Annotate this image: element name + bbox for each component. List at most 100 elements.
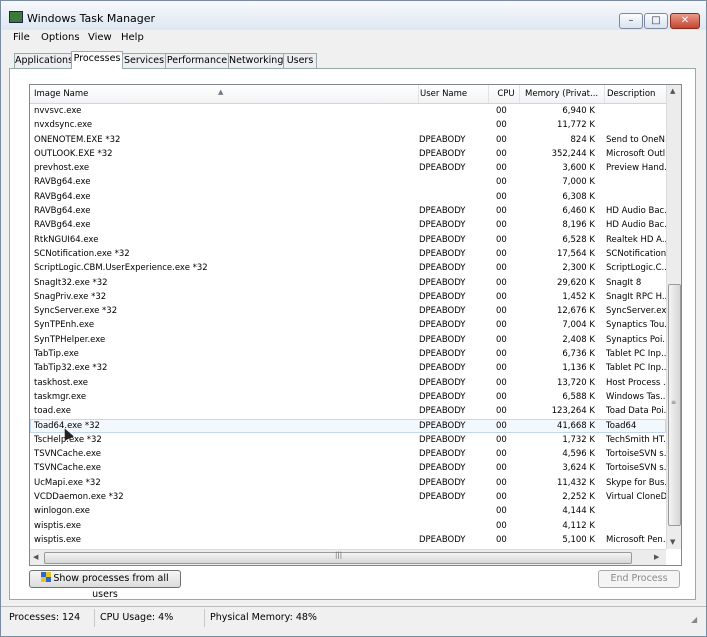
- table-row[interactable]: SynTPHelper.exe DPEABODY 00 2,408 K Synaptic…: [30, 333, 666, 347]
- table-row[interactable]: TSVNCache.exe DPEABODY 00 4,596 K TortoiseSV…: [30, 447, 666, 461]
- process-user-name: DPEABODY: [419, 263, 466, 274]
- table-row[interactable]: nvxdsync.exe 00 11,772 K: [30, 118, 666, 132]
- process-description: Realtek HD A...: [606, 234, 666, 245]
- process-memory: 6,308 K: [562, 191, 595, 202]
- process-memory: 7,004 K: [562, 320, 595, 331]
- process-user-name: DPEABODY: [419, 420, 466, 431]
- column-image-name[interactable]: Image Name ▲: [30, 85, 419, 103]
- vertical-scroll-thumb[interactable]: ≡: [668, 284, 681, 526]
- process-image-name: ONENOTEM.EXE *32: [34, 134, 121, 145]
- process-cpu: 00: [496, 206, 507, 217]
- table-row[interactable]: RAVBg64.exe 00 6,308 K: [30, 190, 666, 204]
- horizontal-scroll-thumb[interactable]: |||: [44, 551, 632, 564]
- sort-ascending-icon: ▲: [218, 88, 224, 96]
- table-row[interactable]: wisptis.exe DPEABODY 00 5,100 K Microsoft Pe…: [30, 533, 666, 547]
- table-row[interactable]: TabTip32.exe *32 DPEABODY 00 1,136 K Tablet …: [30, 361, 666, 375]
- process-memory: 5,100 K: [562, 534, 595, 545]
- table-row[interactable]: TabTip.exe DPEABODY 00 6,736 K Tablet PC Inp…: [30, 347, 666, 361]
- process-description: Synaptics Poi...: [606, 334, 666, 345]
- process-list[interactable]: Image Name ▲ User Name CPU Memory (Priva…: [29, 84, 682, 566]
- process-user-name: DPEABODY: [419, 291, 466, 302]
- tab-networking[interactable]: Networking: [228, 53, 284, 68]
- process-description: TechSmith HT...: [606, 434, 666, 445]
- minimize-button[interactable]: –: [619, 13, 643, 29]
- tab-processes[interactable]: Processes: [71, 51, 123, 69]
- table-row[interactable]: RtkNGUI64.exe DPEABODY 00 6,528 K Realtek HD…: [30, 233, 666, 247]
- process-cpu: 00: [496, 506, 507, 517]
- process-user-name: DPEABODY: [419, 163, 466, 174]
- process-cpu: 00: [496, 220, 507, 231]
- tab-performance[interactable]: Performance: [165, 53, 229, 68]
- title-bar[interactable]: Windows Task Manager – □ ✕: [1, 1, 706, 31]
- table-row[interactable]: winlogon.exe 00 4,144 K: [30, 504, 666, 518]
- menu-view[interactable]: View: [88, 32, 112, 43]
- process-image-name: RAVBg64.exe: [34, 220, 91, 231]
- end-process-button[interactable]: End Process: [598, 570, 680, 588]
- table-row[interactable]: SnagIt32.exe *32 DPEABODY 00 29,620 K SnagIt…: [30, 276, 666, 290]
- table-row[interactable]: wisptis.exe 00 4,112 K: [30, 519, 666, 533]
- table-row[interactable]: RAVBg64.exe DPEABODY 00 8,196 K HD Audio Bac…: [30, 218, 666, 232]
- table-row[interactable]: SnagPriv.exe *32 DPEABODY 00 1,452 K SnagIt …: [30, 290, 666, 304]
- table-row[interactable]: taskhost.exe DPEABODY 00 13,720 K Host Proce…: [30, 376, 666, 390]
- process-memory: 824 K: [570, 134, 596, 145]
- column-cpu[interactable]: CPU: [493, 85, 520, 103]
- process-user-name: DPEABODY: [419, 148, 466, 159]
- process-memory: 4,596 K: [562, 449, 595, 460]
- maximize-button[interactable]: □: [644, 13, 668, 29]
- table-row[interactable]: taskmgr.exe DPEABODY 00 6,588 K Windows Tas.…: [30, 390, 666, 404]
- process-memory: 7,000 K: [562, 177, 595, 188]
- scroll-down-icon[interactable]: ▼: [670, 538, 675, 546]
- process-cpu: 00: [496, 306, 507, 317]
- process-memory: 13,720 K: [556, 377, 595, 388]
- process-memory: 29,620 K: [556, 277, 595, 288]
- process-memory: 6,588 K: [562, 391, 595, 402]
- table-row[interactable]: VCDDaemon.exe *32 DPEABODY 00 2,252 K Virtua…: [30, 490, 666, 504]
- menu-help[interactable]: Help: [121, 32, 144, 43]
- table-row[interactable]: toad.exe DPEABODY 00 123,264 K Toad Data Poi…: [30, 404, 666, 418]
- horizontal-scrollbar[interactable]: ◀ ||| ▶: [30, 549, 666, 565]
- process-user-name: DPEABODY: [419, 248, 466, 259]
- table-row[interactable]: Toad64.exe *32 DPEABODY 00 41,668 K Toad64: [30, 418, 666, 433]
- scroll-left-icon[interactable]: ◀: [33, 553, 38, 561]
- table-row[interactable]: SyncServer.exe *32 DPEABODY 00 12,676 K Sync…: [30, 304, 666, 318]
- vertical-scrollbar[interactable]: ▲ ≡ ▼: [666, 85, 681, 549]
- process-description: HD Audio Bac...: [606, 220, 666, 231]
- scroll-up-icon[interactable]: ▲: [670, 87, 675, 95]
- column-memory[interactable]: Memory (Privat...: [522, 85, 605, 103]
- status-bar: Processes: 124 CPU Usage: 4% Physical Me…: [1, 606, 706, 629]
- process-cpu: 00: [496, 248, 507, 259]
- uac-shield-icon: [41, 572, 52, 582]
- table-row[interactable]: RAVBg64.exe DPEABODY 00 6,460 K HD Audio Bac…: [30, 204, 666, 218]
- process-image-name: RAVBg64.exe: [34, 206, 91, 217]
- process-memory: 1,732 K: [562, 434, 595, 445]
- process-user-name: DPEABODY: [419, 134, 466, 145]
- column-user-name[interactable]: User Name: [419, 85, 489, 103]
- process-image-name: SynTPEnh.exe: [34, 320, 95, 331]
- table-row[interactable]: SynTPEnh.exe DPEABODY 00 7,004 K Synaptics T…: [30, 318, 666, 332]
- resize-grip-icon[interactable]: ◢: [691, 615, 697, 624]
- table-row[interactable]: RAVBg64.exe 00 7,000 K: [30, 175, 666, 189]
- table-row[interactable]: TscHelp.exe *32 DPEABODY 00 1,732 K TechSmit…: [30, 433, 666, 447]
- table-row[interactable]: OUTLOOK.EXE *32 DPEABODY 00 352,244 K Micros…: [30, 147, 666, 161]
- scroll-right-icon[interactable]: ▶: [654, 553, 659, 561]
- process-image-name: Toad64.exe *32: [34, 420, 100, 431]
- tab-users[interactable]: Users: [283, 53, 317, 68]
- process-user-name: DPEABODY: [419, 206, 466, 217]
- show-all-processes-button[interactable]: Show processes from all users: [29, 570, 181, 600]
- process-memory: 1,452 K: [562, 291, 595, 302]
- column-description[interactable]: Description: [606, 85, 667, 103]
- table-row[interactable]: SCNotification.exe *32 DPEABODY 00 17,564 K…: [30, 247, 666, 261]
- table-row[interactable]: UcMapi.exe *32 DPEABODY 00 11,432 K Skype fo…: [30, 476, 666, 490]
- process-user-name: DPEABODY: [419, 449, 466, 460]
- tab-applications[interactable]: Applications: [14, 53, 73, 68]
- table-row[interactable]: ScriptLogic.CBM.UserExperience.exe *32 DP…: [30, 261, 666, 275]
- process-user-name: DPEABODY: [419, 463, 466, 474]
- table-row[interactable]: TSVNCache.exe DPEABODY 00 3,624 K TortoiseSV…: [30, 461, 666, 475]
- table-row[interactable]: prevhost.exe DPEABODY 00 3,600 K Preview Han…: [30, 161, 666, 175]
- tab-services[interactable]: Services: [122, 53, 166, 68]
- menu-file[interactable]: File: [13, 32, 30, 43]
- table-row[interactable]: ONENOTEM.EXE *32 DPEABODY 00 824 K Send to O…: [30, 133, 666, 147]
- close-button[interactable]: ✕: [670, 13, 700, 29]
- table-row[interactable]: nvvsvc.exe 00 6,940 K: [30, 104, 666, 118]
- menu-options[interactable]: Options: [41, 32, 80, 43]
